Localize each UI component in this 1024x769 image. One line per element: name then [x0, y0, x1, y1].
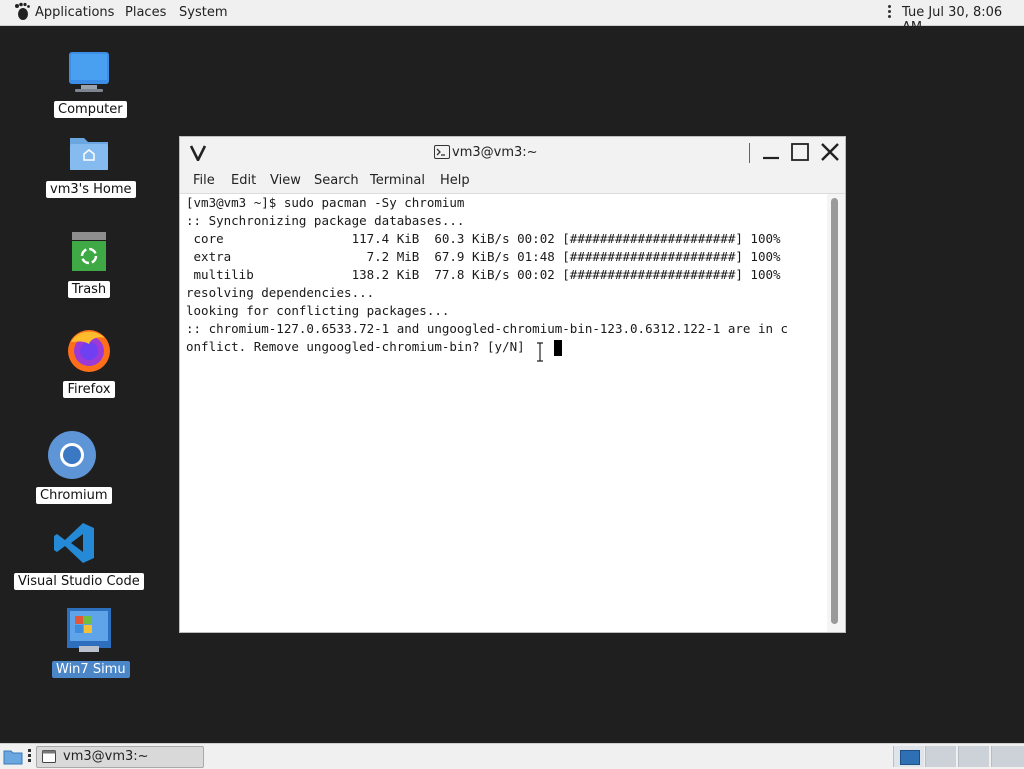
- menu-view[interactable]: View: [270, 173, 301, 188]
- home-folder-icon: [70, 138, 108, 170]
- terminal-line: looking for conflicting packages...: [186, 303, 450, 318]
- terminal-output[interactable]: [vm3@vm3 ~]$ sudo pacman -Sy chromium ::…: [180, 194, 827, 632]
- top-panel: Applications Places System Tue Jul 30, 8…: [0, 0, 1024, 35]
- menu-terminal[interactable]: Terminal: [370, 173, 425, 188]
- terminal-icon: [42, 750, 56, 763]
- text-cursor-ibeam-icon: [537, 342, 543, 362]
- terminal-line: resolving dependencies...: [186, 285, 375, 300]
- titlebar-divider: [749, 143, 750, 163]
- terminal-line: :: Synchronizing package databases...: [186, 213, 465, 228]
- terminal-window[interactable]: vm3@vm3:~ File Edit View Search Terminal…: [179, 136, 846, 633]
- chromium-icon: [48, 431, 96, 479]
- menu-file[interactable]: File: [193, 173, 215, 188]
- window-titlebar[interactable]: vm3@vm3:~: [180, 137, 845, 169]
- terminal-icon: [434, 145, 450, 159]
- menu-help[interactable]: Help: [440, 173, 470, 188]
- workspace-4[interactable]: [991, 746, 1024, 767]
- desktop-icon-label: Firefox: [63, 381, 115, 398]
- applications-menu[interactable]: Applications: [35, 5, 114, 20]
- terminal-line: extra 7.2 MiB 67.9 KiB/s 01:48 [########…: [186, 249, 781, 264]
- terminal-line: onflict. Remove ungoogled-chromium-bin? …: [186, 339, 533, 354]
- desktop-icon-label: Chromium: [36, 487, 112, 504]
- desktop-icon-firefox[interactable]: Firefox: [54, 326, 124, 398]
- workspace-3[interactable]: [958, 746, 989, 767]
- trash-icon: [72, 232, 106, 271]
- clock[interactable]: Tue Jul 30, 8:06 AM: [902, 5, 1024, 35]
- panel-handle-icon: [28, 749, 31, 762]
- desktop-icon-win7[interactable]: Win7 Simu: [52, 606, 130, 678]
- desktop-icon-home[interactable]: vm3's Home: [46, 130, 136, 198]
- terminal-cursor: [554, 340, 562, 356]
- workspace-2[interactable]: [925, 746, 956, 767]
- terminal-line: [vm3@vm3 ~]$ sudo pacman -Sy chromium: [186, 195, 465, 210]
- firefox-icon: [68, 330, 110, 372]
- vscode-icon: [54, 523, 94, 563]
- show-desktop-icon[interactable]: [3, 748, 23, 765]
- computer-icon: [69, 52, 109, 92]
- panel-separator-icon: [888, 5, 891, 20]
- desktop-icon-trash[interactable]: Trash: [54, 230, 124, 298]
- taskbar-item-terminal[interactable]: vm3@vm3:~: [36, 746, 204, 768]
- desktop-icon-label: Computer: [54, 101, 127, 118]
- desktop-icon-chromium[interactable]: Chromium: [36, 430, 112, 504]
- desktop-icon-computer[interactable]: Computer: [54, 50, 127, 118]
- terminal-line: core 117.4 KiB 60.3 KiB/s 00:02 [#######…: [186, 231, 781, 246]
- gnome-foot-icon[interactable]: [12, 2, 32, 22]
- win7-icon: [67, 608, 111, 652]
- desktop-icon-vscode[interactable]: Visual Studio Code: [14, 520, 144, 590]
- places-menu[interactable]: Places: [125, 5, 166, 20]
- desktop-icon-label: Win7 Simu: [52, 661, 130, 678]
- taskbar-item-label: vm3@vm3:~: [63, 749, 149, 764]
- minimize-icon[interactable]: [762, 145, 780, 161]
- window-title: vm3@vm3:~: [452, 145, 538, 160]
- window-menu-v-icon[interactable]: [190, 145, 206, 161]
- system-menu[interactable]: System: [179, 5, 227, 20]
- desktop-icon-label: vm3's Home: [46, 181, 136, 198]
- scrollbar-thumb[interactable]: [831, 198, 838, 624]
- workspace-1[interactable]: [893, 746, 924, 767]
- menu-edit[interactable]: Edit: [231, 173, 256, 188]
- menu-search[interactable]: Search: [314, 173, 359, 188]
- terminal-line: :: chromium-127.0.6533.72-1 and ungoogle…: [186, 321, 789, 336]
- desktop-icon-label: Visual Studio Code: [14, 573, 144, 590]
- close-icon[interactable]: [820, 142, 840, 162]
- maximize-icon[interactable]: [791, 143, 809, 161]
- terminal-line: multilib 138.2 KiB 77.8 KiB/s 00:02 [###…: [186, 267, 781, 282]
- menubar: File Edit View Search Terminal Help: [180, 169, 845, 194]
- scrollbar[interactable]: [827, 194, 845, 632]
- bottom-panel: vm3@vm3:~: [0, 743, 1024, 769]
- desktop-icon-label: Trash: [67, 281, 111, 298]
